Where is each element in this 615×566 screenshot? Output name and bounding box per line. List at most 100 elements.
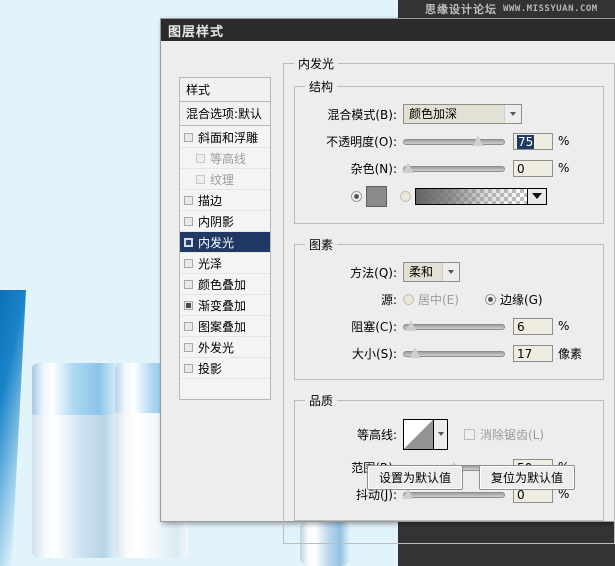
opacity-row: 不透明度(O): 75 % [305, 130, 593, 152]
fill-color-radio[interactable] [351, 190, 362, 202]
noise-unit: % [558, 161, 570, 175]
effect-enable-checkbox[interactable] [184, 300, 193, 310]
style-effect-label: 外发光 [198, 340, 235, 355]
style-effect-item[interactable]: 内阴影 [180, 211, 270, 232]
dialog-titlebar[interactable]: 图层样式 [161, 19, 615, 41]
jitter-slider-thumb[interactable] [402, 489, 415, 500]
opacity-label: 不透明度(O): [326, 134, 397, 149]
style-effect-item[interactable]: 斜面和浮雕 [180, 127, 270, 148]
blend-mode-label: 混合模式(B): [327, 107, 397, 122]
style-effect-item[interactable]: 等高线 [180, 148, 270, 169]
effect-enable-checkbox[interactable] [184, 258, 193, 268]
style-effect-label: 颜色叠加 [198, 277, 247, 292]
noise-row: 杂色(N): 0 % [305, 157, 593, 179]
style-effect-item[interactable]: 光泽 [180, 253, 270, 274]
size-unit: 像素 [558, 346, 583, 361]
size-input[interactable]: 17 [513, 344, 553, 362]
watermark-cn-text: 思缘设计论坛 [425, 3, 497, 16]
effect-enable-checkbox[interactable] [184, 321, 193, 331]
choke-input[interactable]: 6 [513, 317, 553, 335]
technique-value: 柔和 [409, 265, 434, 279]
source-edge-radio[interactable] [484, 293, 496, 305]
style-effect-item[interactable]: 图案叠加 [180, 316, 270, 337]
chevron-down-icon [504, 105, 521, 123]
technique-select[interactable]: 柔和 [403, 262, 460, 282]
choke-row: 阻塞(C): 6 % [305, 315, 593, 337]
elements-legend: 图素 [309, 238, 334, 252]
dialog-footer-buttons: 设置为默认值 复位为默认值 [367, 465, 576, 490]
choke-label: 阻塞(C): [351, 319, 397, 334]
noise-input[interactable]: 0 [513, 159, 553, 177]
choke-slider-thumb[interactable] [405, 321, 418, 332]
style-effect-label: 纹理 [210, 172, 235, 187]
glow-color-swatch[interactable] [366, 185, 387, 207]
blending-options-item[interactable]: 混合选项:默认 [179, 101, 271, 126]
effect-enable-checkbox[interactable] [184, 363, 193, 373]
opacity-slider-thumb[interactable] [472, 136, 485, 147]
style-effect-label: 描边 [198, 193, 223, 208]
style-effect-label: 渐变叠加 [198, 298, 247, 313]
watermark: 思缘设计论坛 WWW.MISSYUAN.COM [425, 1, 611, 17]
style-effect-label: 投影 [198, 361, 223, 376]
glow-fill-row [305, 184, 593, 208]
fill-gradient-radio[interactable] [400, 190, 411, 202]
size-label: 大小(S): [351, 346, 397, 361]
style-effect-label: 等高线 [210, 151, 247, 166]
choke-slider[interactable] [403, 320, 505, 332]
style-effect-item[interactable]: 颜色叠加 [180, 274, 270, 295]
elements-group: 图素 方法(Q): 柔和 源: 居中(E) 边缘(G) 阻塞(C): 6 % 大… [294, 236, 604, 380]
contour-preview[interactable] [403, 418, 434, 450]
contour-row: 等高线: 消除锯齿(L) [305, 417, 593, 451]
technique-label: 方法(Q): [350, 265, 397, 280]
reset-default-button[interactable]: 复位为默认值 [479, 465, 576, 490]
quality-legend: 品质 [309, 394, 334, 408]
style-effect-label: 光泽 [198, 256, 223, 271]
noise-slider-thumb[interactable] [402, 163, 415, 174]
quality-group: 品质 等高线: 消除锯齿(L) 范围(R): [294, 392, 604, 521]
blend-mode-select[interactable]: 颜色加深 [403, 104, 522, 124]
watermark-url-text: WWW.MISSYUAN.COM [503, 4, 598, 14]
styles-header[interactable]: 样式 [179, 77, 271, 101]
effect-enable-checkbox[interactable] [184, 237, 193, 247]
styles-sidebar: 样式 混合选项:默认 斜面和浮雕等高线纹理描边内阴影内发光光泽颜色叠加渐变叠加图… [179, 77, 271, 400]
source-row: 源: 居中(E) 边缘(G) [305, 288, 593, 310]
style-effect-item[interactable]: 描边 [180, 190, 270, 211]
opacity-slider-track [403, 139, 505, 145]
jitter-slider-track [403, 492, 505, 498]
effect-enable-checkbox[interactable] [184, 216, 193, 226]
style-effect-item[interactable]: 外发光 [180, 337, 270, 358]
effect-enable-checkbox[interactable] [184, 342, 193, 352]
effect-enable-checkbox[interactable] [196, 153, 205, 163]
style-effect-item[interactable]: 渐变叠加 [180, 295, 270, 316]
source-center-radio[interactable] [403, 293, 414, 305]
antialias-checkbox[interactable] [464, 428, 475, 440]
style-effect-item[interactable]: 纹理 [180, 169, 270, 190]
effect-enable-checkbox[interactable] [184, 132, 193, 142]
antialias-label: 消除锯齿(L) [480, 427, 545, 442]
style-effect-label: 内发光 [198, 235, 235, 250]
size-slider[interactable] [403, 347, 505, 359]
set-default-button[interactable]: 设置为默认值 [367, 465, 464, 490]
style-effect-label: 图案叠加 [198, 319, 247, 334]
opacity-input[interactable]: 75 [513, 132, 553, 150]
choke-slider-track [403, 324, 505, 330]
noise-slider[interactable] [402, 162, 505, 174]
effect-enable-checkbox[interactable] [196, 174, 205, 184]
effect-enable-checkbox[interactable] [184, 195, 193, 205]
contour-picker-chevron-icon[interactable] [434, 418, 448, 450]
style-effect-item[interactable]: 内发光 [180, 232, 270, 253]
choke-unit: % [558, 319, 570, 333]
layer-style-dialog: 图层样式 样式 混合选项:默认 斜面和浮雕等高线纹理描边内阴影内发光光泽颜色叠加… [160, 18, 615, 544]
source-center-label: 居中(E) [418, 292, 459, 307]
gradient-picker-chevron-icon[interactable] [528, 187, 547, 205]
structure-legend: 结构 [309, 80, 334, 94]
style-effects-list: 斜面和浮雕等高线纹理描边内阴影内发光光泽颜色叠加渐变叠加图案叠加外发光投影 [179, 126, 271, 400]
opacity-slider[interactable] [403, 135, 505, 147]
contour-label: 等高线: [356, 427, 397, 442]
glow-gradient-preview[interactable] [415, 187, 528, 205]
blue-ribbon-graphic [0, 290, 26, 566]
size-slider-thumb[interactable] [409, 348, 422, 359]
style-effect-item[interactable]: 投影 [180, 358, 270, 379]
effect-enable-checkbox[interactable] [184, 279, 193, 289]
source-label: 源: [380, 292, 397, 307]
